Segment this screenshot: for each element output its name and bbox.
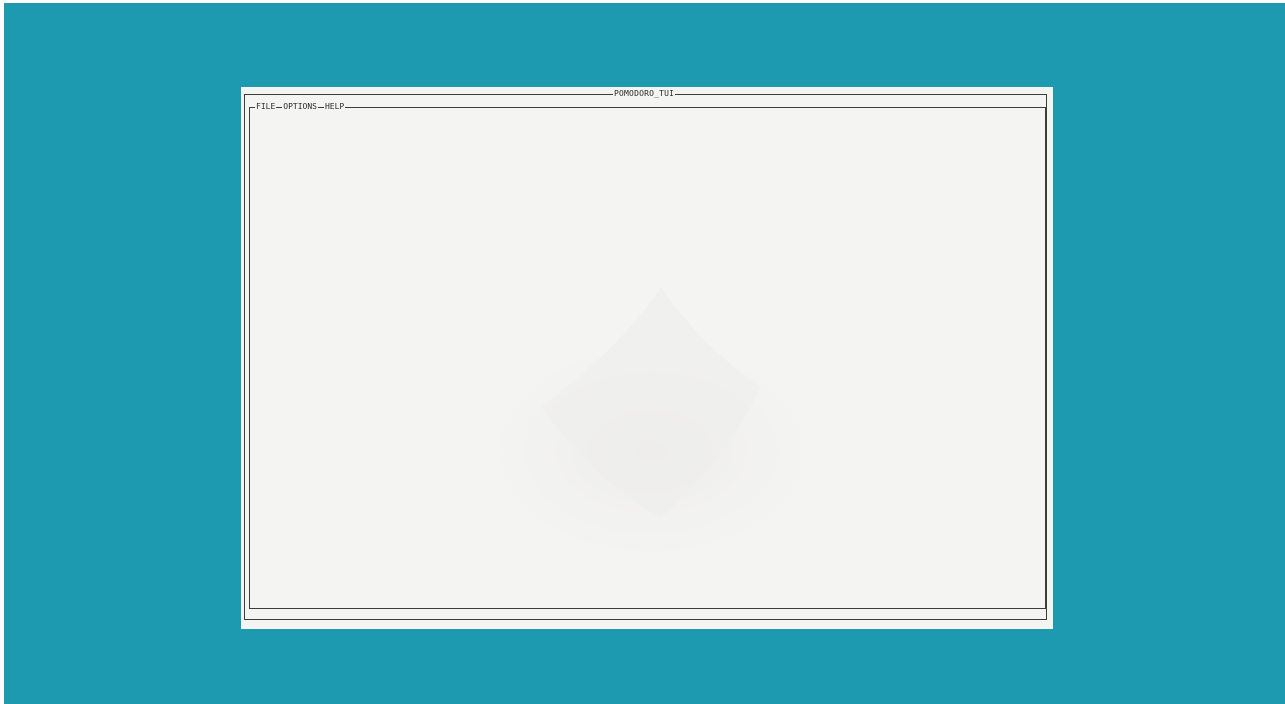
menu-divider bbox=[276, 106, 283, 108]
terminal-window[interactable]: POMODORO_TUI FILE OPTIONS HELP bbox=[241, 87, 1053, 629]
window-title: POMODORO_TUI bbox=[613, 89, 676, 99]
desktop-background: POMODORO_TUI FILE OPTIONS HELP bbox=[4, 3, 1285, 704]
menu-help[interactable]: HELP bbox=[325, 102, 344, 112]
menu-divider bbox=[317, 106, 324, 108]
menu-options[interactable]: OPTIONS bbox=[283, 102, 317, 112]
menu-file[interactable]: FILE bbox=[256, 102, 275, 112]
content-frame bbox=[249, 107, 1046, 609]
menu-bar: FILE OPTIONS HELP bbox=[255, 102, 346, 112]
